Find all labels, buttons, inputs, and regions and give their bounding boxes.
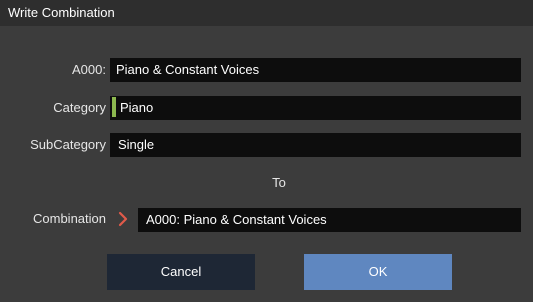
name-label: A000: — [72, 62, 106, 77]
write-combination-dialog: Write Combination A000: Piano & Constant… — [0, 0, 533, 302]
name-field[interactable]: Piano & Constant Voices — [110, 58, 521, 82]
category-color-swatch — [112, 97, 116, 117]
to-label: To — [272, 175, 286, 190]
cancel-button[interactable]: Cancel — [107, 254, 255, 290]
ok-button[interactable]: OK — [304, 254, 452, 290]
dialog-title: Write Combination — [0, 0, 533, 26]
subcategory-label: SubCategory — [30, 137, 106, 152]
combination-field[interactable]: A000: Piano & Constant Voices — [138, 208, 521, 232]
category-field[interactable]: Piano — [110, 96, 521, 120]
subcategory-field[interactable]: Single — [110, 133, 521, 157]
chevron-right-icon[interactable] — [116, 210, 130, 228]
category-label: Category — [53, 100, 106, 115]
combination-label: Combination — [33, 211, 106, 226]
